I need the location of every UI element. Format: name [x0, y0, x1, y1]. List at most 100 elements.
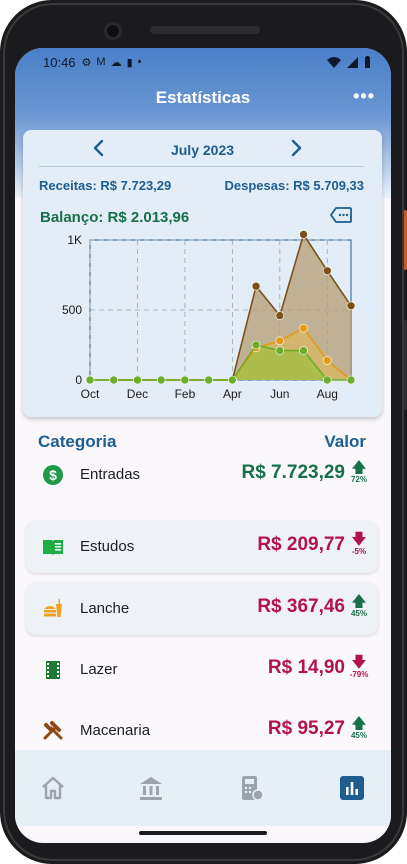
- data-point: [85, 375, 95, 385]
- balanco-total: Balanço: R$ 2.013,96: [40, 209, 190, 226]
- y-tick-label: 1K: [67, 233, 82, 247]
- data-point: [299, 230, 308, 239]
- gmail-status-icon: M: [96, 56, 106, 68]
- trend-indicator: 🡅 45%: [346, 716, 372, 740]
- data-point: [299, 346, 308, 355]
- arrow-up-icon: 🡅: [351, 459, 367, 476]
- data-point: [133, 375, 142, 385]
- category-amount: R$ 14,90: [267, 657, 345, 678]
- x-tick-label: Feb: [175, 387, 196, 401]
- trend-percentage: 45%: [350, 609, 367, 618]
- receitas-total: Receitas: R$ 7.723,29: [39, 178, 172, 193]
- tag-filter-button[interactable]: [330, 207, 352, 223]
- nav-accounts[interactable]: [137, 774, 165, 802]
- despesas-total: Despesas: R$ 5.709,33: [224, 178, 364, 193]
- category-name: Lazer: [80, 661, 118, 678]
- data-point: [228, 375, 237, 385]
- next-month-button[interactable]: [286, 138, 306, 158]
- data-point: [180, 375, 190, 385]
- data-point: [109, 375, 119, 385]
- trend-percentage: 72%: [350, 475, 367, 484]
- data-point: [346, 301, 356, 311]
- category-row[interactable]: Estudos R$ 209,77 🡇 -5%: [26, 521, 378, 573]
- category-name: Macenaria: [80, 722, 151, 739]
- trend-percentage: 45%: [350, 731, 367, 740]
- front-camera: [104, 22, 122, 40]
- x-tick-label: Jun: [270, 387, 289, 401]
- nav-statistics[interactable]: [338, 774, 366, 802]
- fastfood-icon: [42, 598, 64, 620]
- trend-indicator: 🡇 -5%: [346, 531, 372, 556]
- book-icon: [42, 536, 64, 558]
- x-tick-label: Apr: [223, 387, 242, 401]
- month-navigator: July 2023: [23, 136, 382, 162]
- label-tag-icon: [330, 207, 352, 223]
- arrow-down-icon: 🡇: [351, 531, 367, 548]
- film-icon: [42, 659, 64, 681]
- power-button: [403, 210, 407, 270]
- current-month-label: July 2023: [170, 142, 235, 158]
- data-point: [346, 375, 356, 385]
- page-title: Estatísticas: [155, 88, 251, 107]
- hammer-icon: [42, 720, 64, 742]
- category-amount: R$ 209,77: [257, 534, 345, 555]
- arrow-up-icon: 🡅: [351, 593, 367, 610]
- data-point: [322, 266, 332, 276]
- data-point: [156, 375, 166, 385]
- arrow-down-icon: 🡇: [351, 654, 367, 671]
- category-amount: R$ 7.723,29: [241, 462, 345, 483]
- more-horizontal-icon: •••: [353, 86, 375, 106]
- category-name: Lanche: [80, 600, 130, 617]
- category-amount: R$ 367,46: [257, 596, 345, 617]
- data-point: [204, 375, 213, 385]
- signal-icon: [347, 56, 358, 68]
- calculator-icon: [242, 776, 264, 801]
- chevron-right-icon: [291, 139, 302, 157]
- category-row[interactable]: Lazer R$ 14,90 🡇 -79%: [26, 644, 378, 696]
- y-tick-label: 500: [62, 303, 82, 317]
- dollar-circle-icon: $: [42, 464, 64, 486]
- data-point: [275, 346, 285, 355]
- trend-indicator: 🡅 72%: [346, 459, 372, 484]
- trend-percentage: -79%: [349, 670, 369, 679]
- battery-icon: [365, 56, 370, 68]
- earpiece-speaker: [150, 26, 260, 34]
- more-options-button[interactable]: •••: [353, 86, 375, 107]
- nav-home[interactable]: [39, 774, 67, 802]
- data-point: [275, 336, 285, 346]
- divider: [39, 166, 364, 167]
- volume-button: [403, 320, 407, 410]
- bank-icon: [140, 777, 162, 800]
- nav-budget[interactable]: [237, 774, 265, 802]
- settings-status-icon: ⚙: [81, 56, 92, 69]
- category-row[interactable]: $ Entradas R$ 7.723,29 🡅 72%: [26, 449, 378, 501]
- dot-status-icon: •: [137, 56, 142, 68]
- data-point: [299, 323, 308, 333]
- status-time: 10:46: [43, 54, 76, 70]
- x-tick-label: Dec: [127, 387, 148, 401]
- category-name: Estudos: [80, 538, 135, 555]
- status-system-icons: [327, 56, 371, 68]
- status-notification-icons: ⚙ M ☁ ▮ •: [82, 56, 142, 69]
- sd-card-status-icon: ▮: [126, 56, 133, 69]
- cloud-status-icon: ☁: [110, 56, 122, 69]
- category-row[interactable]: Lanche R$ 367,46 🡅 45%: [26, 583, 378, 635]
- data-point: [322, 356, 332, 365]
- trend-percentage: -5%: [351, 547, 367, 556]
- trend-indicator: 🡅 45%: [346, 593, 372, 618]
- data-point: [322, 375, 332, 385]
- data-point: [275, 311, 285, 320]
- wifi-icon: [327, 56, 341, 68]
- status-bar: 10:46 ⚙ M ☁ ▮ •: [15, 48, 391, 76]
- category-amount: R$ 95,27: [267, 718, 345, 739]
- x-tick-label: Oct: [81, 387, 100, 401]
- svg-text:$: $: [49, 467, 57, 483]
- gesture-bar: [139, 831, 267, 835]
- home-icon: [42, 776, 64, 800]
- monthly-area-chart: 0 500 1K Oct Dec Feb Apr Jun Aug: [62, 230, 356, 401]
- category-name: Entradas: [80, 466, 141, 483]
- summary-card: July 2023 Receitas: R$ 7.723,29 Despesas…: [23, 130, 382, 417]
- bar-chart-icon: [340, 776, 364, 800]
- data-point: [251, 340, 261, 350]
- x-tick-label: Aug: [317, 387, 338, 401]
